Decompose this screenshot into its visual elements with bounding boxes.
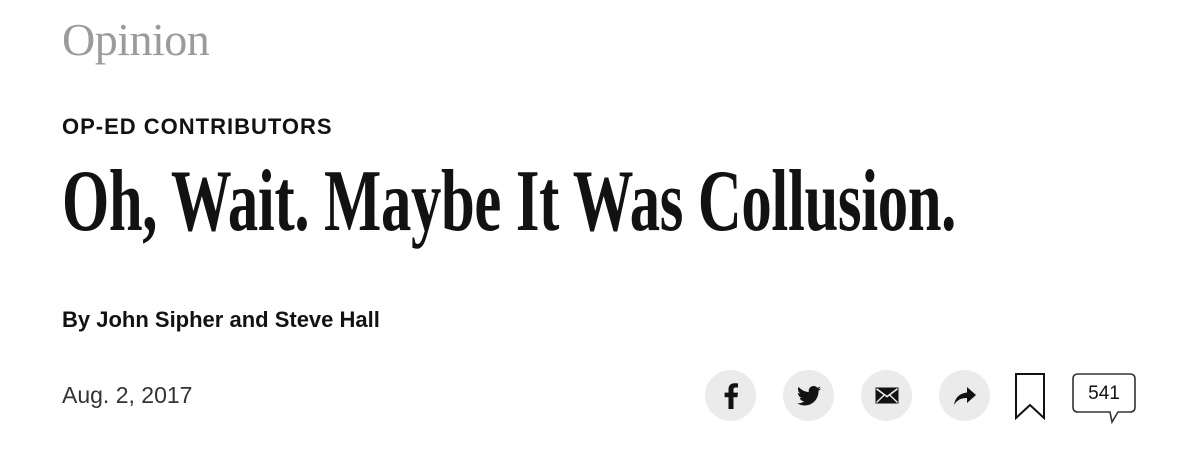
- kicker-label[interactable]: OP-ED CONTRIBUTORS: [62, 116, 333, 138]
- comments-button[interactable]: 541: [1072, 373, 1138, 424]
- publish-date: Aug. 2, 2017: [62, 382, 193, 408]
- twitter-share-button[interactable]: [783, 370, 834, 421]
- section-label[interactable]: Opinion: [62, 17, 210, 63]
- byline: By John Sipher and Steve Hall: [62, 307, 380, 332]
- share-toolbar: 541: [705, 370, 1145, 424]
- save-button[interactable]: [1013, 372, 1047, 421]
- bookmark-icon: [1015, 373, 1045, 421]
- email-share-button[interactable]: [861, 370, 912, 421]
- more-share-button[interactable]: [939, 370, 990, 421]
- facebook-icon: [724, 382, 738, 409]
- email-icon: [875, 387, 898, 404]
- share-arrow-icon: [953, 386, 976, 405]
- comment-count: 541: [1088, 383, 1120, 404]
- headline: Oh, Wait. Maybe It Was Collusion.: [62, 153, 956, 250]
- facebook-share-button[interactable]: [705, 370, 756, 421]
- twitter-icon: [796, 385, 821, 405]
